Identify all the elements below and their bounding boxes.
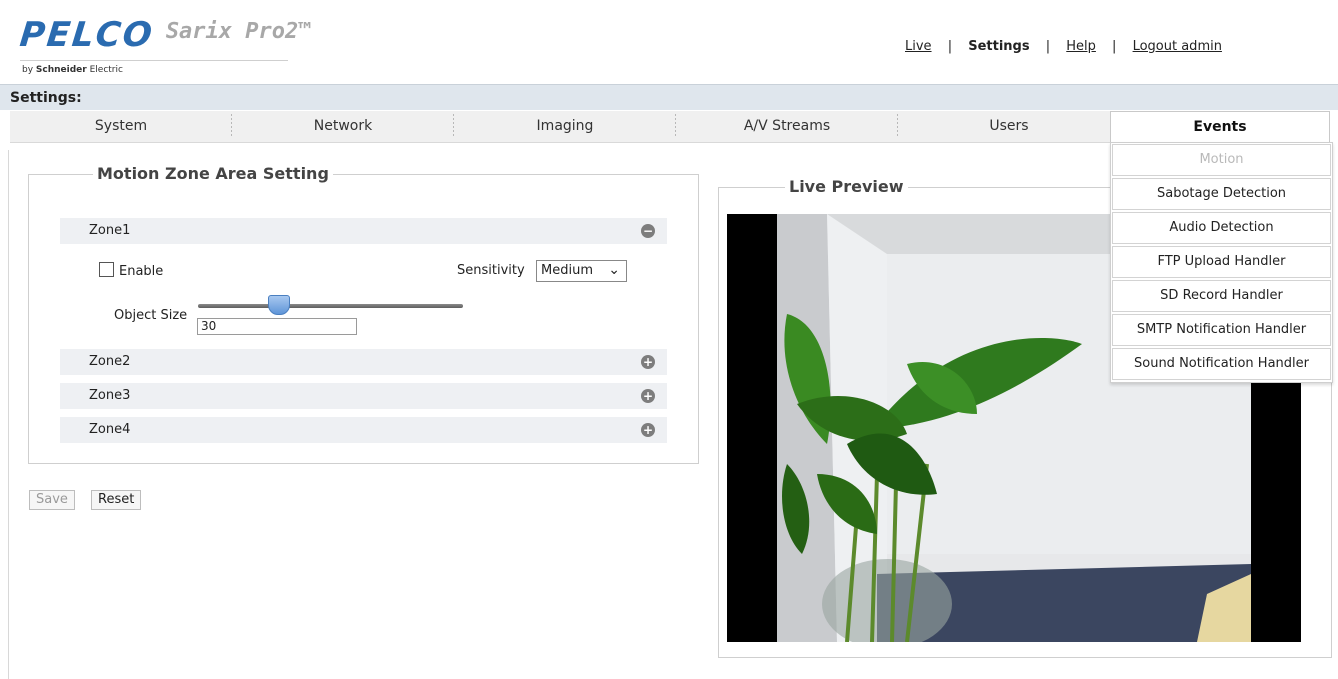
object-size-input[interactable]: 30 [197,318,357,335]
save-button[interactable]: Save [29,490,75,510]
menu-item-smtp-notification-handler[interactable]: SMTP Notification Handler [1112,314,1331,346]
menu-item-sound-notification-handler[interactable]: Sound Notification Handler [1112,348,1331,380]
menu-item-sabotage-detection[interactable]: Sabotage Detection [1112,178,1331,210]
byline-by: by [22,65,34,75]
tab-label: Events [1193,119,1247,135]
nav-live-link[interactable]: Live [905,39,932,54]
menu-item-ftp-upload-handler[interactable]: FTP Upload Handler [1112,246,1331,278]
reset-button[interactable]: Reset [91,490,142,510]
byline-company: Schneider [35,65,87,75]
object-size-value: 30 [201,319,217,333]
motion-zone-legend: Motion Zone Area Setting [93,164,333,183]
settings-bar: Settings: [0,84,1338,110]
product-name: Sarix Pro2™ [165,19,312,44]
sensitivity-label: Sensitivity [457,263,525,278]
events-dropdown-menu: Motion Sabotage Detection Audio Detectio… [1110,142,1333,383]
pelco-logo: PELCO Sarix Pro2™ [17,15,312,55]
zone-label: Zone4 [89,422,131,437]
tab-av-streams[interactable]: A/V Streams [676,111,898,142]
nav-logout-link[interactable]: Logout admin [1133,39,1222,54]
object-size-slider-track[interactable] [198,304,463,308]
menu-item-motion[interactable]: Motion [1112,144,1331,176]
settings-bar-title: Settings: [10,90,82,106]
top-navigation: Live | Settings | Help | Logout admin [905,39,1222,54]
tab-system[interactable]: System [10,111,232,142]
minus-circle-icon[interactable]: − [641,224,655,238]
plus-circle-icon[interactable]: + [641,423,655,437]
nav-help-link[interactable]: Help [1066,39,1096,54]
zone-row-4[interactable]: Zone4 + [60,417,667,443]
plus-circle-icon[interactable]: + [641,389,655,403]
logo-divider [20,60,288,61]
tab-label: A/V Streams [743,118,831,134]
chevron-down-icon: ⌄ [608,262,620,278]
logo-byline: by Schneider Electric [22,65,123,75]
tab-events[interactable]: Events [1110,111,1330,143]
enable-label: Enable [119,264,164,279]
object-size-slider-handle[interactable] [267,295,290,315]
tab-label: Network [313,118,373,134]
page-left-rule [8,150,9,679]
tab-imaging[interactable]: Imaging [454,111,676,142]
zone-row-1[interactable]: Zone1 − [60,218,667,244]
byline-suffix: Electric [89,65,123,75]
menu-item-sd-record-handler[interactable]: SD Record Handler [1112,280,1331,312]
tab-label: Users [989,118,1029,134]
sensitivity-value: Medium [541,263,593,278]
tab-label: System [94,118,148,134]
nav-separator: | [1045,39,1051,54]
menu-item-audio-detection[interactable]: Audio Detection [1112,212,1331,244]
settings-tabs: System Network Imaging A/V Streams Users… [10,111,1330,143]
nav-settings-current[interactable]: Settings [968,39,1029,54]
nav-separator: | [947,39,953,54]
plus-circle-icon[interactable]: + [641,355,655,369]
zone-row-2[interactable]: Zone2 + [60,349,667,375]
zone-label: Zone2 [89,354,131,369]
sensitivity-select[interactable]: Medium ⌄ [536,260,627,282]
zone-row-3[interactable]: Zone3 + [60,383,667,409]
enable-checkbox[interactable] [99,262,114,277]
logo-wordmark: PELCO [17,15,156,55]
tab-users[interactable]: Users [898,111,1120,142]
header: PELCO Sarix Pro2™ by Schneider Electric … [0,0,1338,84]
zone-label: Zone3 [89,388,131,403]
live-preview-legend: Live Preview [785,177,908,196]
zone-label: Zone1 [89,223,131,238]
tab-network[interactable]: Network [232,111,454,142]
tab-label: Imaging [536,118,594,134]
nav-separator: | [1112,39,1117,54]
object-size-label: Object Size [114,308,188,323]
